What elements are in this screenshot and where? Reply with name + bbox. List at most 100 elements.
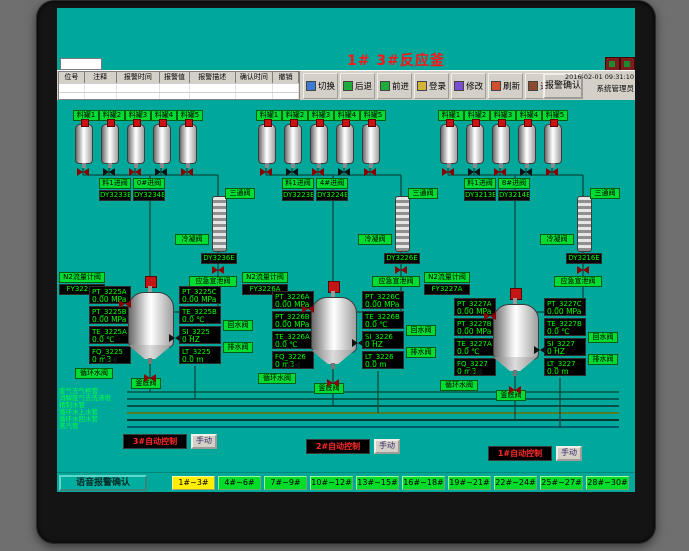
- refresh-icon: [491, 81, 501, 91]
- alarm-column-header[interactable]: 报警值: [160, 72, 190, 83]
- tank-outlet-valve-icon[interactable]: [364, 168, 376, 176]
- storage-tank: [518, 124, 536, 164]
- instrument-value: 0.0 ℃: [457, 348, 493, 356]
- storage-tank: [101, 124, 119, 164]
- instrument-display: PT_3225B0.00 MPa: [89, 306, 131, 324]
- page-button[interactable]: 25#~27#: [540, 476, 583, 490]
- reactor-bottom-valve-icon[interactable]: [509, 386, 521, 394]
- tank-outlet-valve-icon[interactable]: [520, 168, 532, 176]
- tank-outlet-valve-icon[interactable]: [286, 168, 298, 176]
- storage-tank: [336, 124, 354, 164]
- back-icon: [343, 81, 353, 91]
- alarm-cell: [236, 93, 274, 100]
- manual-mode-button[interactable]: 手动: [374, 439, 400, 454]
- condenser-valve-icon[interactable]: [395, 266, 407, 274]
- instrument-value: 0 HZ: [365, 341, 401, 349]
- instrument-value: 0 HZ: [547, 348, 583, 356]
- condenser: [395, 196, 410, 252]
- condenser-valve-icon[interactable]: [212, 266, 224, 274]
- cooling-water-valve-icon[interactable]: [470, 368, 482, 376]
- tank-outlet-valve-icon[interactable]: [103, 168, 115, 176]
- feed-valve-tag: DY3234E: [133, 190, 165, 201]
- condenser-valve-tag: DY3216E: [566, 253, 602, 264]
- page-button[interactable]: 4#~6#: [218, 476, 261, 490]
- page-button[interactable]: 16#~18#: [402, 476, 445, 490]
- condenser-valve-icon[interactable]: [577, 266, 589, 274]
- auto-control-title: 1#自动控制: [488, 446, 552, 461]
- instrument-display: LT_32250.0 m: [179, 346, 221, 364]
- cooling-water-valve-icon[interactable]: [105, 356, 117, 364]
- page-button[interactable]: 22#~24#: [494, 476, 537, 490]
- reactor-return-valve-icon[interactable]: [534, 346, 546, 354]
- tank-outlet-valve-icon[interactable]: [260, 168, 272, 176]
- alarm-table-body: [59, 83, 299, 100]
- feed-valve-label: 料1进阀: [464, 178, 496, 189]
- alarm-cell: [160, 84, 190, 92]
- tank-outlet-valve-icon[interactable]: [546, 168, 558, 176]
- tank-outlet-valve-icon[interactable]: [338, 168, 350, 176]
- alarm-row[interactable]: [59, 83, 299, 92]
- manual-mode-button[interactable]: 手动: [191, 434, 217, 449]
- page-button[interactable]: 7#~9#: [264, 476, 307, 490]
- reactor-feed-valve-icon[interactable]: [119, 300, 131, 308]
- tank-outlet-valve-icon[interactable]: [494, 168, 506, 176]
- instrument-value: 0.0 m: [365, 361, 401, 369]
- instrument-display: PT_3226C0.00 MPa: [362, 291, 404, 309]
- alarm-column-header[interactable]: 位号: [59, 72, 85, 83]
- instrument-display: LT_32270.0 m: [544, 358, 586, 376]
- storage-tank: [153, 124, 171, 164]
- alarm-column-header[interactable]: 报警时间: [117, 72, 161, 83]
- alarm-row[interactable]: [59, 92, 299, 100]
- alarm-column-header[interactable]: 注释: [85, 72, 117, 83]
- toolbar-forward-button[interactable]: 前进: [377, 73, 412, 99]
- toolbar-edit-button[interactable]: 修改: [451, 73, 486, 99]
- alarm-column-header[interactable]: 撤销: [273, 72, 299, 83]
- reactor-vessel: [128, 292, 174, 348]
- pipe-legend-label: 蒸汽管: [59, 423, 79, 430]
- valve-label: 回水阀: [588, 332, 618, 343]
- instrument-display: PT_3227B0.00 MPa: [454, 318, 496, 336]
- reactor-feed-valve-icon[interactable]: [302, 305, 314, 313]
- page-button[interactable]: 19#~21#: [448, 476, 491, 490]
- toolbar-login-button[interactable]: 登录: [414, 73, 449, 99]
- page-button[interactable]: 13#~15#: [356, 476, 399, 490]
- valve-label: 回水阀: [223, 320, 253, 331]
- tank-outlet-valve-icon[interactable]: [155, 168, 167, 176]
- toolbar-refresh-button[interactable]: 刷新: [488, 73, 523, 99]
- page-button[interactable]: 1#~3#: [172, 476, 215, 490]
- instrument-value: 0.0 ℃: [275, 341, 311, 349]
- feed-valve-label: 料1进阀: [282, 178, 314, 189]
- toolbar-button-label: 修改: [466, 80, 483, 92]
- tank-outlet-valve-icon[interactable]: [442, 168, 454, 176]
- alarm-cell: [117, 93, 161, 100]
- reactor-return-valve-icon[interactable]: [169, 334, 181, 342]
- page-button[interactable]: 28#~30#: [586, 476, 629, 490]
- tank-outlet-valve-icon[interactable]: [181, 168, 193, 176]
- tank-outlet-valve-icon[interactable]: [312, 168, 324, 176]
- reactor-return-valve-icon[interactable]: [352, 339, 364, 347]
- storage-tank: [440, 124, 458, 164]
- reactor-feed-valve-icon[interactable]: [484, 312, 496, 320]
- toolbar-switch-button[interactable]: 切换: [303, 73, 338, 99]
- alarm-column-header[interactable]: 报警描述: [190, 72, 236, 83]
- instrument-display: TE_3227B0.0 ℃: [544, 318, 586, 336]
- reactor-bottom-valve-icon[interactable]: [327, 379, 339, 387]
- tank-outlet-valve-icon[interactable]: [77, 168, 89, 176]
- alarm-column-header[interactable]: 确认时间: [236, 72, 274, 83]
- page-button[interactable]: 10#~12#: [310, 476, 353, 490]
- cooling-water-valve-icon[interactable]: [288, 361, 300, 369]
- voice-alarm-ack-button[interactable]: 语音报警确认: [59, 475, 147, 491]
- tank-outlet-valve-icon[interactable]: [468, 168, 480, 176]
- instrument-value: 0 HZ: [182, 336, 218, 344]
- feed-valve-label: 4#进阀: [316, 178, 348, 189]
- switch-icon: [306, 81, 316, 91]
- valve-label: 回水阀: [406, 325, 436, 336]
- instrument-display: SI_32270 HZ: [544, 338, 586, 356]
- tank-outlet-valve-icon[interactable]: [129, 168, 141, 176]
- manual-mode-button[interactable]: 手动: [556, 446, 582, 461]
- reactor-bottom-valve-icon[interactable]: [144, 374, 156, 382]
- tag-filter-input[interactable]: [60, 58, 102, 70]
- exit-icon: [528, 81, 538, 91]
- feed-valve-label: 料1进阀: [99, 178, 131, 189]
- toolbar-back-button[interactable]: 后退: [340, 73, 375, 99]
